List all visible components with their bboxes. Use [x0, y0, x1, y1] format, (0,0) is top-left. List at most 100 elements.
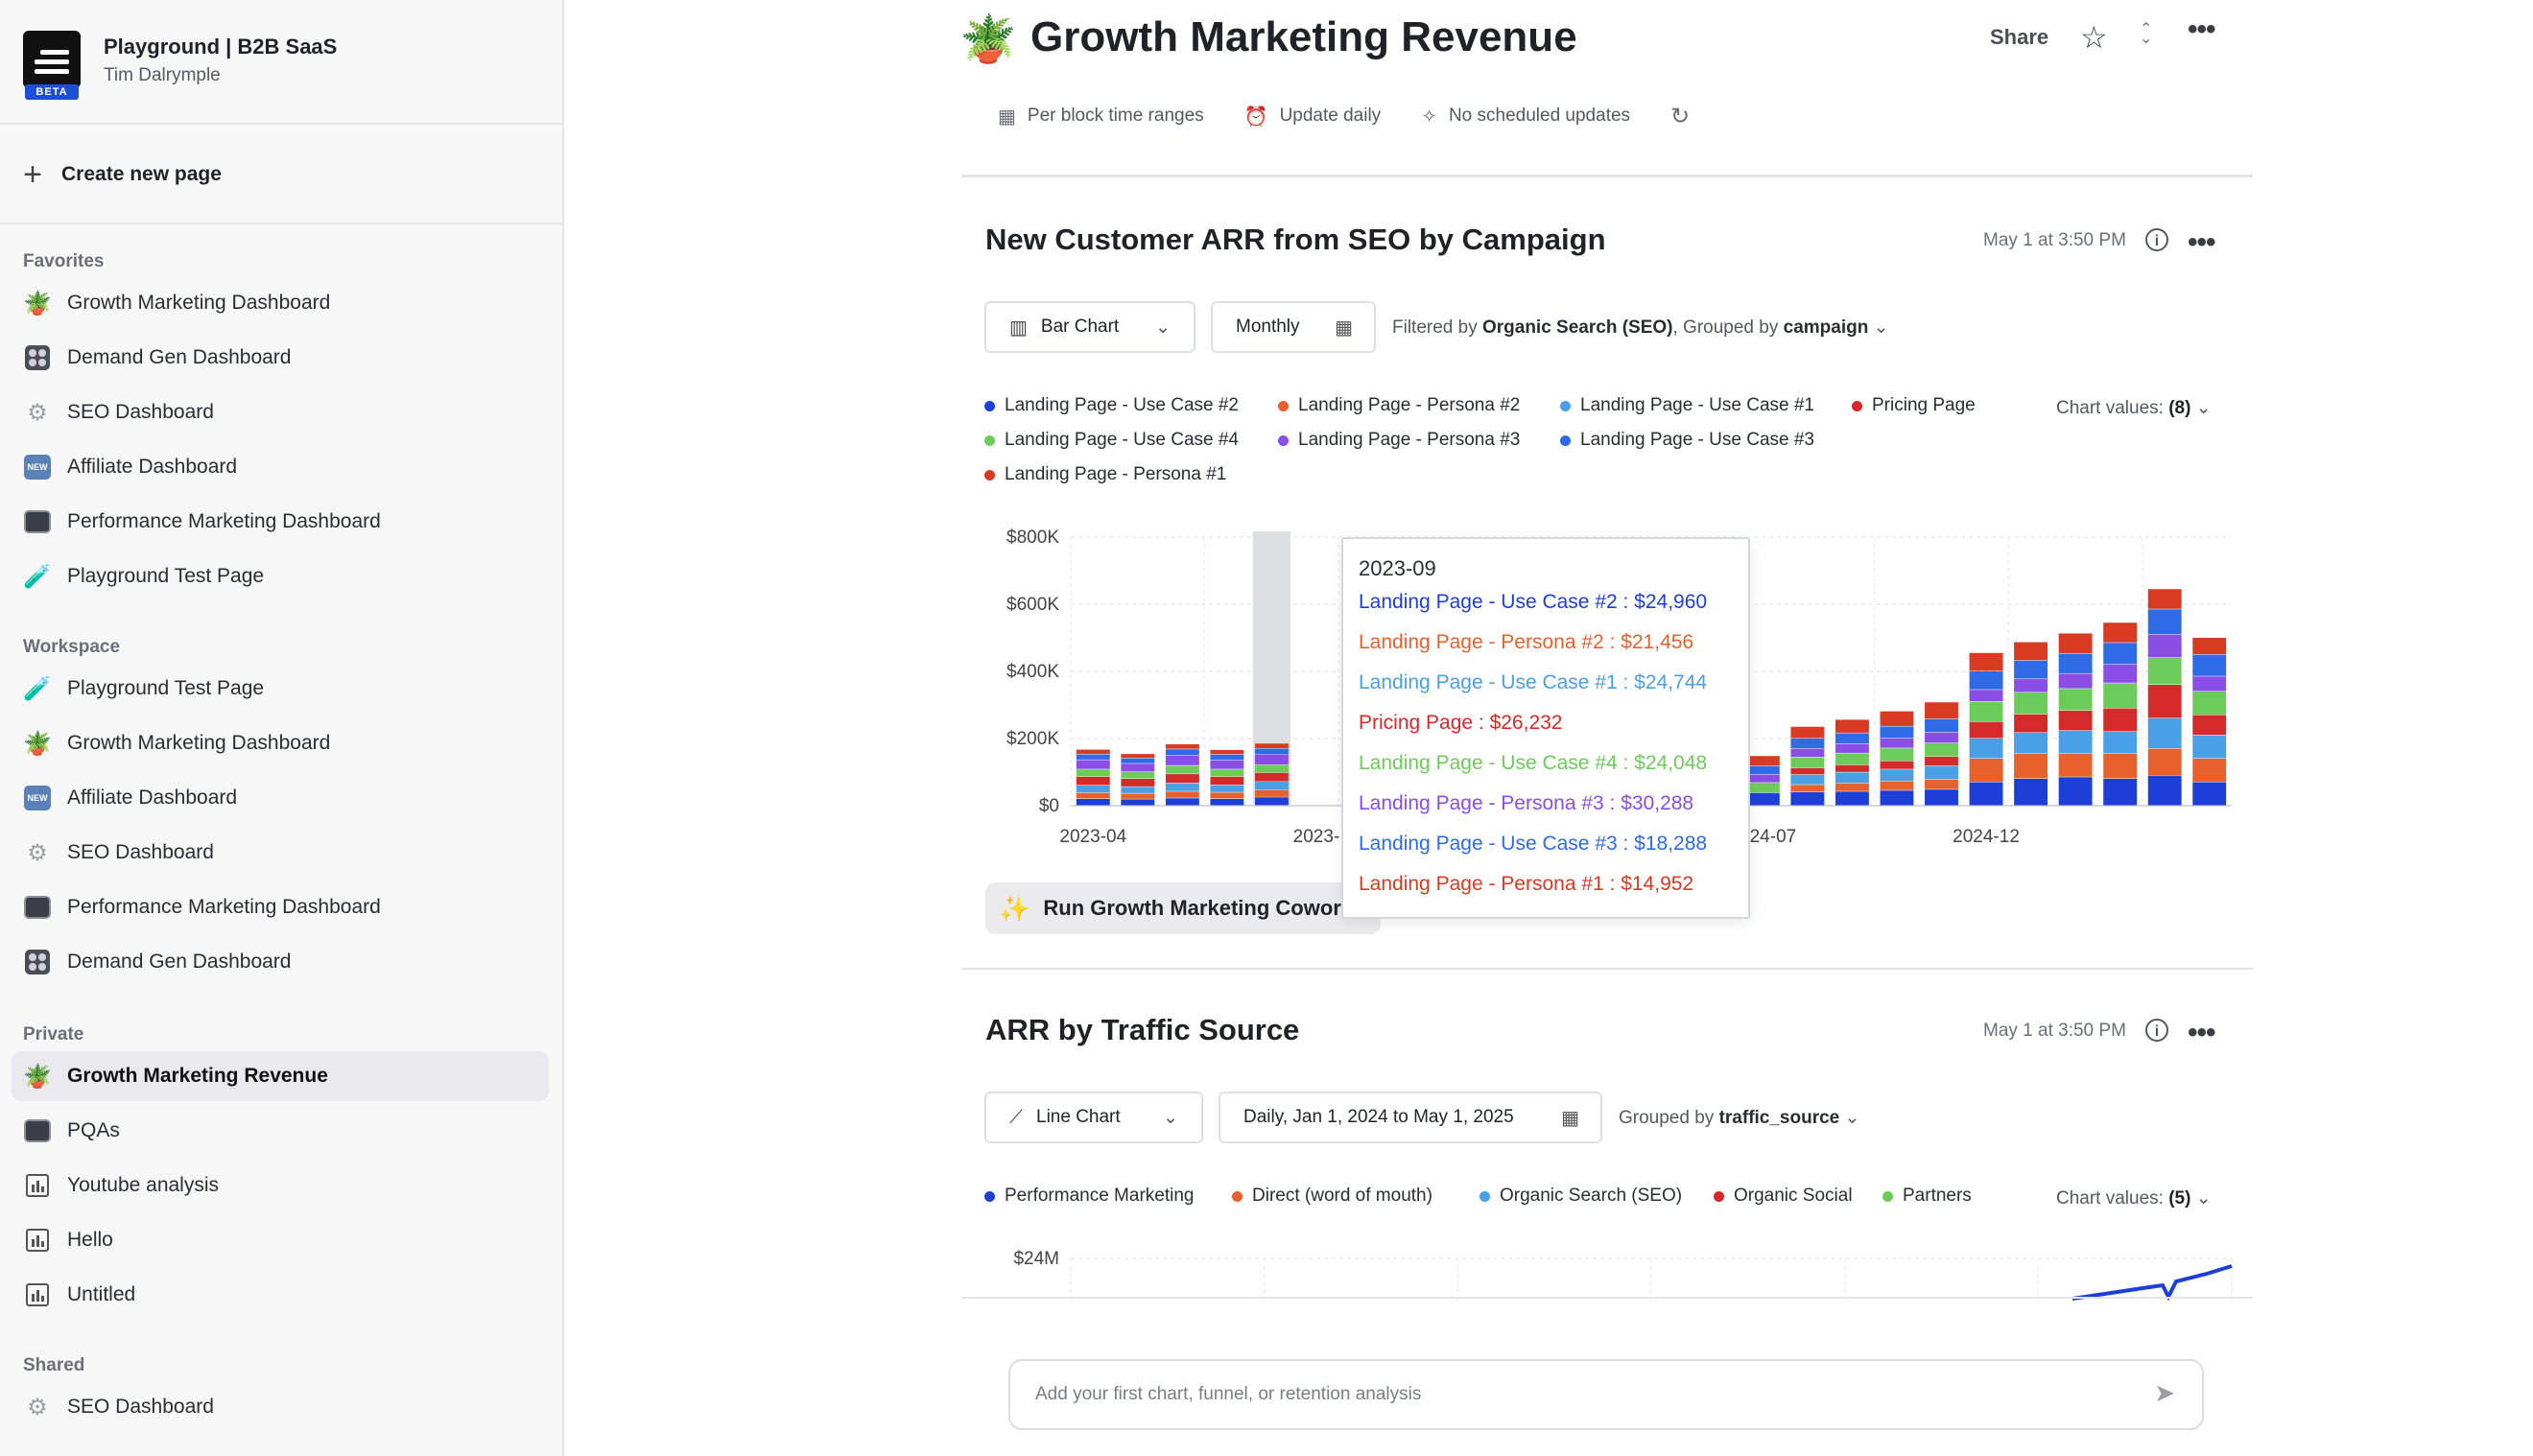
legend-item[interactable]: Landing Page - Persona #1	[984, 464, 1226, 485]
chart-values-toggle[interactable]: Chart values: (8) ⌄	[2056, 397, 2212, 419]
x-tick-label: 2024-12	[1953, 827, 2020, 847]
card-divider	[961, 968, 2253, 970]
legend-item[interactable]: Pricing Page	[1852, 395, 1976, 416]
line-chart[interactable]: $24M	[969, 1237, 2245, 1301]
legend-label: Landing Page - Use Case #3	[1580, 430, 1814, 450]
sidebar-item-playground-test-page[interactable]: 🧪 Playground Test Page	[12, 552, 549, 601]
legend-item[interactable]: Landing Page - Persona #2	[1278, 395, 1520, 416]
card-title[interactable]: New Customer ARR from SEO by Campaign	[985, 223, 1606, 257]
chart-type-select[interactable]: ⟋ Line Chart ⌄	[984, 1092, 1203, 1143]
legend-dot	[1714, 1190, 1724, 1202]
sidebar-item-seo-dashboard[interactable]: ⚙ SEO Dashboard	[12, 1382, 549, 1432]
more-options-icon[interactable]: •••	[2188, 13, 2215, 46]
sidebar-item-affiliate-dashboard[interactable]: NEW Affiliate Dashboard	[12, 442, 549, 492]
sidebar-item-affiliate-dashboard[interactable]: NEW Affiliate Dashboard	[12, 773, 549, 823]
sidebar-item-pqas[interactable]: PQAs	[12, 1106, 549, 1156]
legend-item[interactable]: Partners	[1882, 1186, 1972, 1207]
sidebar-item-youtube-analysis[interactable]: Youtube analysis	[12, 1161, 549, 1210]
bar-segment	[2058, 730, 2093, 754]
bar-segment	[1969, 671, 2003, 690]
sidebar-item-performance-marketing-dashboard[interactable]: Performance Marketing Dashboard	[12, 882, 549, 932]
bar-segment	[1076, 786, 1110, 793]
gear-icon: ⚙	[27, 399, 48, 426]
sidebar-item-performance-marketing-dashboard[interactable]: Performance Marketing Dashboard	[12, 497, 549, 547]
bar-segment	[1835, 791, 1869, 806]
bar-segment	[1121, 779, 1155, 787]
sidebar-item-seo-dashboard[interactable]: ⚙ SEO Dashboard	[12, 387, 549, 437]
run-cowork-label: Run Growth Marketing Cowork	[1043, 896, 1354, 920]
sidebar-item-playground-test-page[interactable]: 🧪 Playground Test Page	[12, 664, 549, 714]
legend-label: Landing Page - Persona #1	[1005, 464, 1227, 484]
bar-segment	[1925, 732, 1958, 743]
sidebar-item-label: Growth Marketing Revenue	[67, 1065, 328, 1087]
info-icon[interactable]: i	[2145, 228, 2168, 251]
legend-dot	[984, 1190, 995, 1202]
sidebar-item-label: SEO Dashboard	[67, 841, 214, 863]
bar-segment	[2192, 638, 2227, 654]
legend-item[interactable]: Landing Page - Persona #3	[1278, 430, 1520, 451]
legend-item[interactable]: Organic Social	[1714, 1186, 1853, 1207]
sidebar-item-label: Youtube analysis	[67, 1174, 220, 1196]
bar-segment	[1745, 792, 1780, 806]
meta-scheduled-updates[interactable]: No scheduled updates	[1449, 106, 1630, 127]
legend-item[interactable]: Performance Marketing	[984, 1186, 1194, 1207]
run-cowork-button[interactable]: ✨ Run Growth Marketing Cowork	[985, 882, 1381, 934]
refresh-icon[interactable]: ↻	[1670, 103, 1690, 130]
card-more-icon[interactable]: •••	[2188, 1017, 2215, 1049]
bar-segment	[1835, 783, 1869, 791]
bar-segment	[1210, 754, 1244, 761]
chart-type-select[interactable]: ▥ Bar Chart ⌄	[984, 301, 1195, 353]
bar-segment	[1076, 760, 1110, 769]
legend-item[interactable]: Direct (word of mouth)	[1232, 1186, 1432, 1207]
group-value: traffic_source	[1718, 1108, 1840, 1128]
send-icon[interactable]: ➤	[2154, 1378, 2175, 1408]
meta-update-frequency[interactable]: Update daily	[1280, 106, 1382, 127]
bar-segment	[1076, 749, 1110, 754]
bar-segment	[1790, 726, 1825, 739]
sidebar-item-label: Playground Test Page	[67, 565, 265, 587]
calendar-icon: ▦	[998, 106, 1016, 128]
date-range-select[interactable]: Daily, Jan 1, 2024 to May 1, 2025 ▦	[1219, 1092, 1602, 1143]
create-new-page-button[interactable]: + Create new page	[21, 157, 222, 192]
bar-segment	[2192, 782, 2227, 806]
sidebar-item-seo-dashboard[interactable]: ⚙ SEO Dashboard	[12, 828, 549, 878]
sidebar-item-growth-marketing-dashboard[interactable]: 🪴 Growth Marketing Dashboard	[12, 278, 549, 328]
legend-item[interactable]: Landing Page - Use Case #1	[1560, 395, 1814, 416]
star-icon[interactable]: ☆	[2080, 19, 2108, 56]
sidebar-item-growth-marketing-revenue[interactable]: 🪴 Growth Marketing Revenue	[12, 1051, 549, 1101]
plant-icon[interactable]: 🪴	[959, 12, 1017, 66]
sidebar-divider	[0, 123, 562, 125]
sidebar-item-hello[interactable]: Hello	[12, 1215, 549, 1265]
chart-values-toggle[interactable]: Chart values: (5) ⌄	[2056, 1187, 2212, 1209]
sidebar-divider	[0, 223, 562, 224]
workspace-logo[interactable]: BETA	[23, 31, 81, 100]
bar-segment	[2014, 714, 2048, 733]
legend-item[interactable]: Landing Page - Use Case #2	[984, 395, 1239, 416]
page-title[interactable]: Growth Marketing Revenue	[1030, 13, 1577, 61]
bar-segment	[1210, 769, 1244, 777]
group-summary[interactable]: Grouped by traffic_source ⌄	[1619, 1107, 1859, 1129]
filter-summary[interactable]: Filtered by Organic Search (SEO), Groupe…	[1392, 317, 1889, 339]
interval-select[interactable]: Monthly ▦	[1211, 301, 1376, 353]
sparkle-off-icon: ✧	[1421, 106, 1437, 128]
sidebar-item-growth-marketing-dashboard[interactable]: 🪴 Growth Marketing Dashboard	[12, 718, 549, 768]
chart-composer-input[interactable]: Add your first chart, funnel, or retenti…	[1008, 1359, 2204, 1430]
legend-label: Landing Page - Use Case #1	[1580, 395, 1814, 415]
sidebar-item-demand-gen-dashboard[interactable]: Demand Gen Dashboard	[12, 937, 549, 987]
info-icon[interactable]: i	[2145, 1019, 2168, 1042]
y-tick-label: $400K	[1006, 662, 1059, 682]
legend-item[interactable]: Landing Page - Use Case #3	[1560, 430, 1814, 451]
card-more-icon[interactable]: •••	[2188, 226, 2215, 259]
expand-collapse-icon[interactable]: ⌃ ⌄	[2140, 22, 2152, 47]
sidebar-item-untitled[interactable]: Untitled	[12, 1270, 549, 1320]
bar-segment	[1925, 779, 1958, 789]
legend-item[interactable]: Organic Search (SEO)	[1480, 1186, 1682, 1207]
card-title[interactable]: ARR by Traffic Source	[985, 1013, 1299, 1047]
sidebar-item-demand-gen-dashboard[interactable]: Demand Gen Dashboard	[12, 333, 549, 383]
workspace-name[interactable]: Playground | B2B SaaS	[104, 35, 337, 59]
legend-item[interactable]: Landing Page - Use Case #4	[984, 430, 1239, 451]
share-button[interactable]: Share	[1990, 25, 2048, 50]
sidebar-item-label: Growth Marketing Dashboard	[67, 292, 331, 314]
sidebar-item-label: SEO Dashboard	[67, 401, 214, 423]
meta-time-ranges[interactable]: Per block time ranges	[1028, 106, 1204, 127]
